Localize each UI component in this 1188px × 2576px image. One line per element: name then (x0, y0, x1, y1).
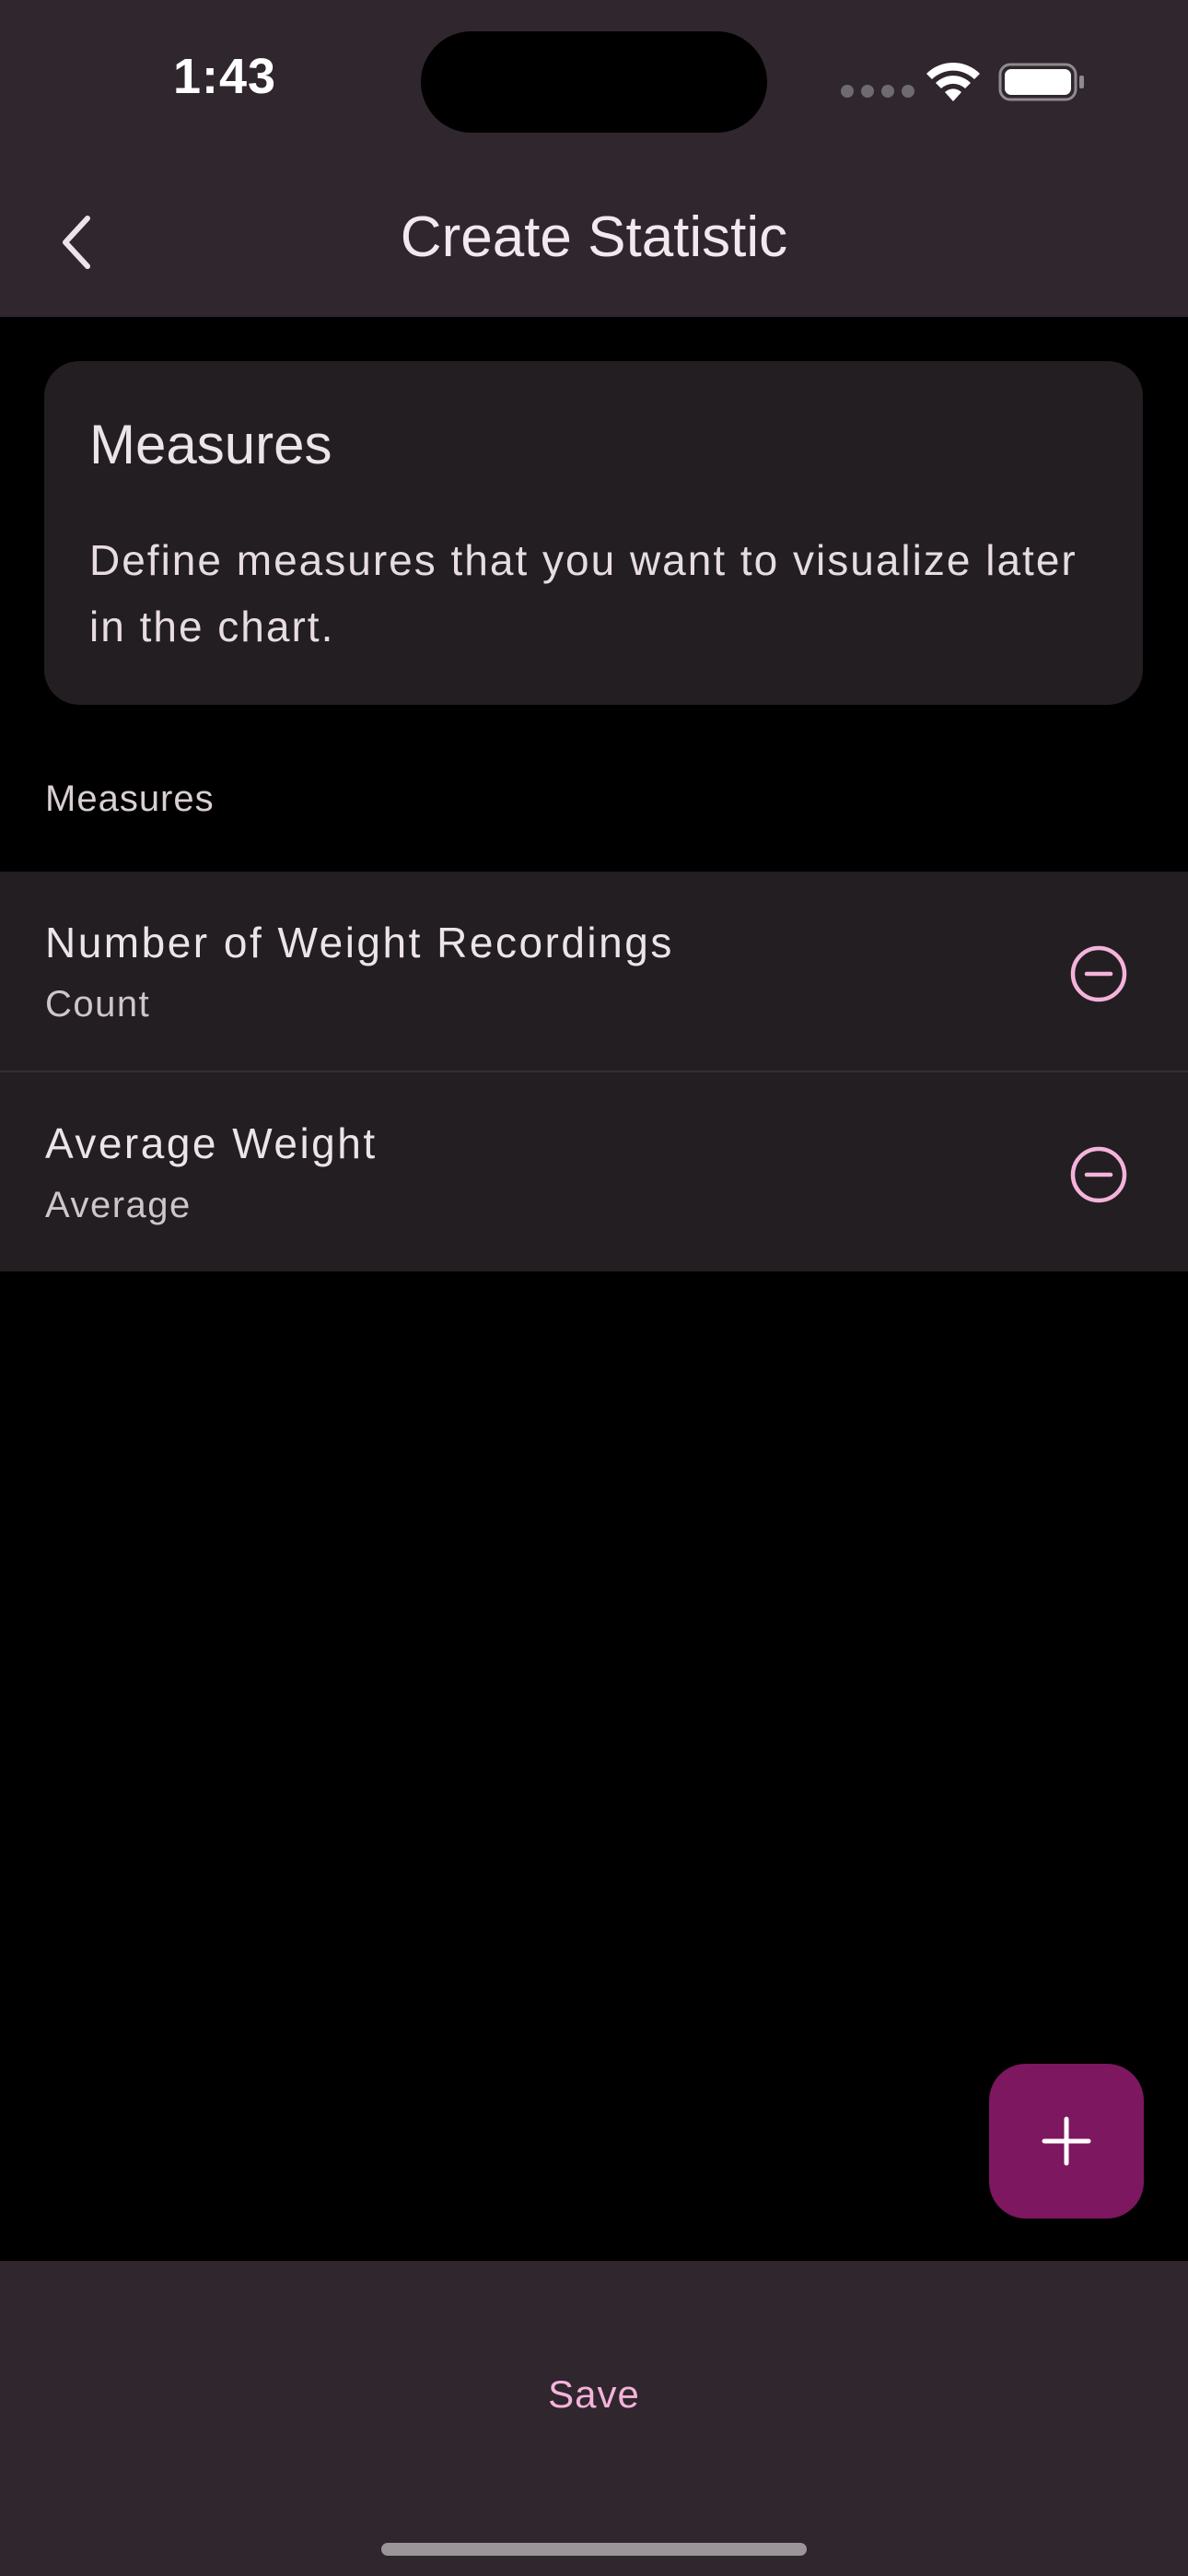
app-header: 1:43 Create Statistic (0, 0, 1188, 317)
battery-icon (998, 61, 1087, 108)
remove-measure-button[interactable] (1066, 1142, 1131, 1207)
remove-measure-button[interactable] (1066, 942, 1131, 1006)
home-indicator[interactable] (381, 2543, 807, 2556)
measure-subtitle: Average (45, 1185, 192, 1225)
add-measure-button[interactable] (989, 2064, 1144, 2219)
measures-list: Number of Weight Recordings Count Averag… (0, 872, 1188, 1271)
list-item[interactable]: Number of Weight Recordings Count (0, 872, 1188, 1071)
cellular-signal-icon (841, 85, 914, 98)
measure-subtitle: Count (45, 984, 151, 1025)
page-title: Create Statistic (400, 205, 788, 269)
bottom-bar: Save (0, 2261, 1188, 2576)
info-card-description: Define measures that you want to visuali… (89, 536, 1077, 650)
list-item[interactable]: Average Weight Average (0, 1071, 1188, 1271)
info-card: Measures Define measures that you want t… (44, 361, 1143, 705)
save-button[interactable]: Save (502, 2353, 686, 2436)
section-label: Measures (45, 779, 215, 819)
status-time: 1:43 (173, 49, 277, 104)
remove-circle-icon (1070, 1146, 1127, 1203)
info-card-title: Measures (89, 414, 332, 475)
remove-circle-icon (1070, 945, 1127, 1002)
dynamic-island (421, 31, 767, 133)
measure-title: Number of Weight Recordings (45, 919, 674, 966)
measure-title: Average Weight (45, 1119, 378, 1167)
plus-icon (1042, 2116, 1091, 2166)
wifi-icon (925, 61, 982, 108)
